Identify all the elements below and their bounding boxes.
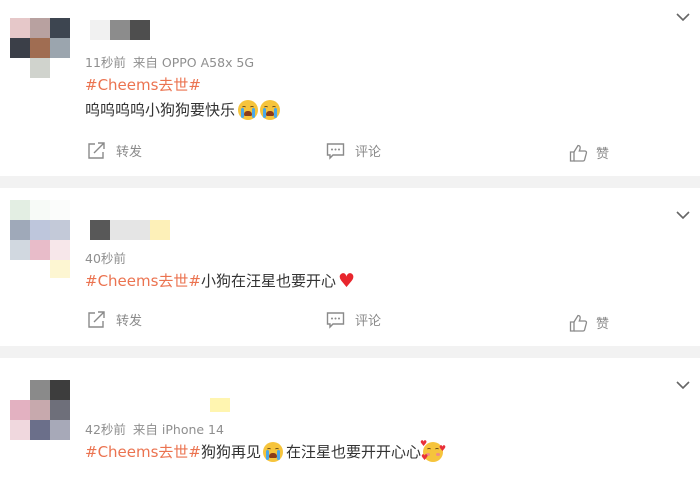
comment-text: #Cheems去世# 狗狗再见 在汪星也要开开心心 ♥ ♥ ♥ <box>85 438 447 462</box>
like-button[interactable]: 赞 <box>569 143 609 162</box>
comment-label: 评论 <box>355 314 382 329</box>
topic-tag[interactable]: #Cheems去世# <box>85 74 201 95</box>
card-separator <box>0 176 700 188</box>
comment-text: #Cheems去世# 小狗在汪星也要开心 ♥ <box>85 270 355 291</box>
topic-tag[interactable]: #Cheems去世# <box>85 441 201 462</box>
avatar[interactable] <box>10 18 70 78</box>
post-time: 11秒前 <box>85 55 126 70</box>
comment-card: 42秒前 来自 iPhone 14 #Cheems去世# 狗狗再见 在汪星也要开开心… <box>0 358 700 480</box>
repost-button[interactable]: 转发 <box>87 141 142 160</box>
smiling-face-with-hearts-icon: ♥ ♥ ♥ <box>420 438 447 462</box>
share-icon <box>88 141 105 159</box>
share-icon <box>88 310 105 328</box>
post-meta: 11秒前 来自 OPPO A58x 5G <box>85 52 254 71</box>
crying-face-icon <box>260 99 281 120</box>
post-source: 来自 OPPO A58x 5G <box>132 55 255 70</box>
post-meta: 40秒前 <box>85 248 126 267</box>
comment-body: 狗狗再见 <box>201 443 262 461</box>
comment-text: 呜呜呜呜小狗狗要快乐 <box>85 99 281 120</box>
chevron-down-icon[interactable] <box>676 10 690 24</box>
username[interactable] <box>210 398 230 418</box>
repost-label: 转发 <box>116 145 143 160</box>
topic-tag[interactable]: #Cheems去世# <box>85 270 201 291</box>
red-heart-icon: ♥ <box>338 269 356 292</box>
avatar[interactable] <box>10 200 70 278</box>
post-time: 40秒前 <box>85 251 126 266</box>
post-source: 来自 iPhone 14 <box>132 422 224 437</box>
comment-icon <box>326 311 345 329</box>
thumbs-up-icon <box>569 144 588 162</box>
chevron-down-icon[interactable] <box>676 378 690 392</box>
comment-body: 小狗在汪星也要开心 <box>201 272 337 290</box>
comment-button[interactable]: 评论 <box>326 310 381 329</box>
like-button[interactable]: 赞 <box>569 313 609 332</box>
username[interactable] <box>90 220 170 240</box>
post-meta: 42秒前 来自 iPhone 14 <box>85 419 224 438</box>
comment-body-continued: 在汪星也要开开心心 <box>286 443 422 461</box>
post-time: 42秒前 <box>85 422 126 437</box>
chevron-down-icon[interactable] <box>676 208 690 222</box>
comment-card: 11秒前 来自 OPPO A58x 5G #Cheems去世# 呜呜呜呜小狗狗要快… <box>0 0 700 176</box>
username[interactable] <box>90 20 150 40</box>
topic-line: #Cheems去世# <box>85 74 201 95</box>
like-label: 赞 <box>596 317 610 332</box>
comment-body: 呜呜呜呜小狗狗要快乐 <box>85 101 236 119</box>
repost-button[interactable]: 转发 <box>87 310 142 329</box>
comment-button[interactable]: 评论 <box>326 141 381 160</box>
thumbs-up-icon <box>569 314 588 332</box>
repost-label: 转发 <box>116 314 143 329</box>
crying-face-icon <box>263 441 284 462</box>
avatar[interactable] <box>10 380 70 440</box>
comment-label: 评论 <box>355 145 382 160</box>
like-label: 赞 <box>596 147 610 162</box>
comment-card: 40秒前 #Cheems去世# 小狗在汪星也要开心 ♥ 转发 评论 赞 <box>0 188 700 346</box>
comment-icon <box>326 142 345 160</box>
crying-face-icon <box>238 99 259 120</box>
card-separator <box>0 346 700 358</box>
